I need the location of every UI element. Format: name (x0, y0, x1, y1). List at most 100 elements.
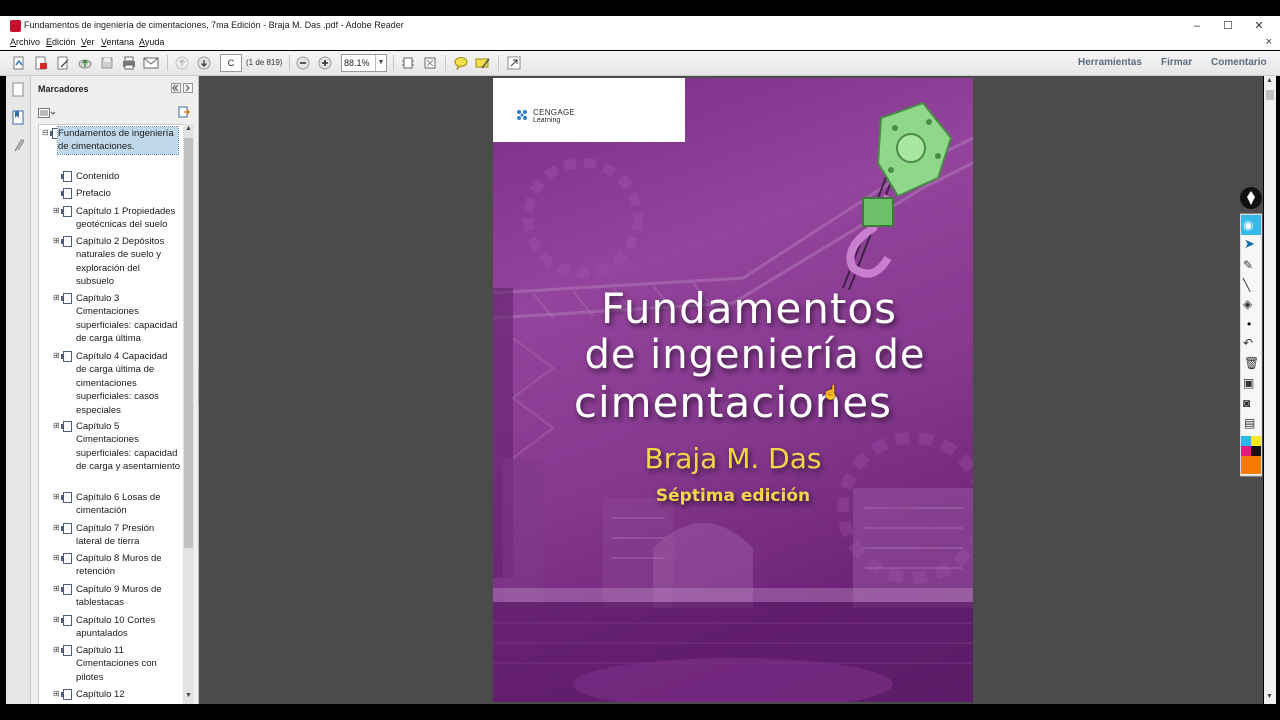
bookmark-label[interactable]: Capítulo 4 Capacidad de carga última de … (76, 350, 180, 417)
document-vertical-scrollbar[interactable]: ▲ ▼ (1264, 76, 1276, 704)
next-page-icon[interactable] (195, 54, 213, 72)
menu-archivo[interactable]: Archivo (10, 37, 40, 47)
collapse-panel-icon[interactable] (171, 83, 193, 95)
color-swatch-black[interactable] (1251, 446, 1261, 456)
expand-icon[interactable]: ⊞ (53, 206, 60, 215)
expand-icon[interactable]: ⊞ (53, 689, 60, 698)
document-scrollbar-thumb[interactable] (1266, 90, 1274, 100)
page-number-input[interactable]: C (220, 54, 242, 72)
expand-icon[interactable]: ⊞ (53, 523, 60, 532)
zoom-out-icon[interactable] (294, 54, 312, 72)
line-tool-icon[interactable]: ╲ (1243, 278, 1250, 292)
trash-icon[interactable]: 🗑 (1244, 356, 1259, 370)
bookmark-label[interactable]: Capítulo 9 Muros de tablestacas (76, 583, 180, 610)
maximize-button[interactable]: ☐ (1213, 18, 1243, 34)
menu-ver[interactable]: Ver (81, 37, 95, 47)
scroll-up-icon[interactable]: ▲ (185, 125, 192, 132)
bookmark-options-icon[interactable] (38, 108, 56, 120)
pen-tool-icon[interactable]: ✎ (1243, 258, 1253, 272)
expand-icon[interactable]: ⊞ (53, 645, 60, 654)
expand-icon[interactable]: ⊞ (53, 584, 60, 593)
edit-pdf-icon[interactable] (54, 54, 72, 72)
expand-icon[interactable]: ⊞ (53, 615, 60, 624)
chevron-down-icon[interactable]: ▼ (375, 55, 386, 71)
minimize-button[interactable]: – (1182, 18, 1212, 34)
cloud-upload-icon[interactable] (76, 54, 94, 72)
bookmark-page-icon (61, 188, 72, 199)
save-icon[interactable] (98, 54, 116, 72)
bookmarks-icon[interactable] (10, 110, 26, 126)
toolbar-separator (445, 55, 446, 71)
bookmark-label[interactable]: Contenido (76, 170, 185, 183)
comment-pane-link[interactable]: Comentario (1211, 57, 1267, 68)
expand-bookmark-icon[interactable] (178, 106, 190, 121)
eraser-tool-icon[interactable]: ◈ (1243, 297, 1252, 311)
expand-icon[interactable]: ⊞ (53, 421, 60, 430)
eye-view-icon[interactable]: ◉ (1243, 218, 1253, 232)
previous-page-icon[interactable] (173, 54, 191, 72)
scroll-down-icon[interactable]: ▼ (185, 692, 192, 699)
create-pdf-icon[interactable] (10, 54, 28, 72)
expand-icon[interactable]: ⊞ (53, 293, 60, 302)
scroll-down-icon[interactable]: ▼ (1266, 693, 1273, 700)
sticky-note-comment-icon[interactable] (452, 54, 470, 72)
bookmark-page-icon (61, 236, 72, 247)
attachments-icon[interactable] (10, 138, 26, 154)
pointer-tool-icon[interactable]: ➤ (1244, 236, 1255, 252)
bookmark-page-icon (61, 645, 72, 656)
zoom-level-select[interactable]: 88.1% ▼ (341, 54, 387, 72)
expand-icon[interactable]: ⊞ (53, 236, 60, 245)
screen-icon[interactable]: ▣ (1243, 376, 1254, 390)
color-swatch-cyan[interactable] (1241, 436, 1251, 446)
toolbar-separator (393, 55, 394, 71)
menu-ayuda[interactable]: Ayuda (139, 37, 164, 47)
close-document-button[interactable]: × (1266, 36, 1272, 48)
email-icon[interactable] (142, 54, 160, 72)
menu-edicion[interactable]: Edición (46, 37, 76, 47)
highlight-text-icon[interactable] (474, 54, 492, 72)
bookmark-label[interactable]: Capítulo 12 (76, 688, 185, 701)
scroll-up-icon[interactable]: ▲ (1266, 77, 1273, 84)
bookmark-label[interactable]: Capítulo 1 Propiedades geotécnicas del s… (76, 205, 184, 232)
expand-icon[interactable]: ⊞ (53, 553, 60, 562)
bookmark-label[interactable]: Capítulo 8 Muros de retención (76, 552, 180, 579)
clipboard-icon[interactable]: ▤ (1244, 416, 1255, 430)
bookmark-label[interactable]: Prefacio (76, 187, 185, 200)
navigation-pane-strip (6, 76, 31, 704)
adobe-reader-app-icon (10, 20, 21, 32)
tools-pane-link[interactable]: Herramientas (1078, 57, 1142, 68)
close-window-button[interactable]: ✕ (1244, 18, 1274, 34)
expand-toolbar-icon[interactable] (505, 54, 523, 72)
book-cover-page: CENGAGE Learning Fundamentos de ingenier… (493, 78, 973, 702)
expand-icon[interactable]: ⊞ (53, 351, 60, 360)
undo-icon[interactable]: ↶ (1243, 336, 1253, 350)
bookmark-label[interactable]: Capítulo 6 Losas de cimentación (76, 491, 180, 518)
bookmark-label[interactable]: Capítulo 3 Cimentaciones superficiales: … (76, 292, 184, 346)
collapse-icon[interactable]: ⊟ (42, 128, 49, 137)
color-swatch-yellow[interactable] (1251, 436, 1261, 446)
color-swatch-magenta[interactable] (1241, 446, 1251, 456)
print-icon[interactable] (120, 54, 138, 72)
dot-tool-icon[interactable]: • (1247, 317, 1251, 331)
full-screen-icon[interactable] (421, 54, 439, 72)
fit-page-icon[interactable] (399, 54, 417, 72)
expand-icon[interactable]: ⊞ (53, 492, 60, 501)
camera-icon[interactable]: ◙ (1243, 396, 1250, 410)
open-pdf-icon[interactable] (32, 54, 50, 72)
bookmark-label[interactable]: Fundamentos de ingeniería de cimentacion… (57, 126, 179, 155)
color-swatch-orange[interactable] (1241, 456, 1261, 474)
bookmark-label[interactable]: Capítulo 2 Depósitos naturales de suelo … (76, 235, 180, 289)
bookmark-label[interactable]: Capítulo 11 Cimentaciones con pilotes (76, 644, 170, 684)
toolbar-separator (498, 55, 499, 71)
bookmarks-scrollbar-thumb[interactable] (184, 138, 193, 548)
page-thumbnails-icon[interactable] (10, 82, 26, 98)
bookmark-label[interactable]: Capítulo 5 Cimentaciones superficiales: … (76, 420, 184, 474)
zoom-in-icon[interactable] (316, 54, 334, 72)
bookmark-label[interactable]: Capítulo 7 Presión lateral de tierra (76, 522, 176, 549)
sign-pane-link[interactable]: Firmar (1161, 57, 1192, 68)
menu-ventana[interactable]: Ventana (101, 37, 134, 47)
zoom-level-value: 88.1% (344, 58, 370, 68)
bookmark-page-icon (61, 293, 72, 304)
bookmarks-tree: ⊟ Fundamentos de ingeniería de cimentaci… (38, 124, 186, 706)
bookmark-label[interactable]: Capítulo 10 Cortes apuntalados (76, 614, 166, 641)
